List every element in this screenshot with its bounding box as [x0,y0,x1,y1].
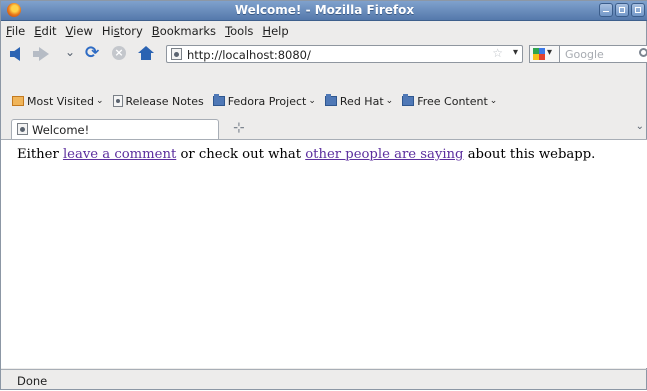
window-title: Welcome! - Mozilla Firefox [234,3,415,17]
page-icon [112,95,123,107]
list-tabs-icon[interactable]: ⌄ [636,121,644,132]
close-button[interactable] [631,3,645,17]
url-dropdown-icon[interactable]: ▾ [513,47,518,58]
folder-icon [324,94,337,106]
maximize-button[interactable] [615,3,629,17]
url-bar[interactable]: http://localhost:8080/ ☆ ▾ [166,45,523,63]
new-tab-icon[interactable]: ⊹ [233,120,245,136]
forward-arrow-icon[interactable] [33,47,49,61]
search-placeholder: Google [565,48,604,61]
bookmark-star-icon[interactable]: ☆ [492,46,503,60]
page-favicon-icon [171,48,182,60]
menu-tools[interactable]: Tools [225,24,253,38]
bookmark-release-notes[interactable]: Release Notes [112,95,204,108]
page-content: Either leave a comment or check out what… [1,140,647,368]
leave-comment-link[interactable]: leave a comment [63,147,176,162]
google-icon [533,48,545,60]
minimize-button[interactable] [599,3,613,17]
stop-icon[interactable]: × [112,46,126,60]
title-bar[interactable]: Welcome! - Mozilla Firefox [1,1,647,21]
chevron-down-icon: ⌄ [489,96,498,106]
menu-help[interactable]: Help [262,24,288,38]
browser-window: Welcome! - Mozilla Firefox File Edit Vie… [0,0,647,390]
bookmark-red-hat[interactable]: Red Hat ⌄ [324,94,394,108]
engine-dropdown-icon: ▾ [547,47,553,58]
chevron-down-icon: ⌄ [385,96,394,106]
bookmark-most-visited[interactable]: Most Visited ⌄ [12,95,104,108]
status-bar: Done [1,369,647,391]
other-people-link[interactable]: other people are saying [305,147,463,162]
folder-icon [402,94,415,106]
chevron-down-icon: ⌄ [308,96,316,106]
home-icon[interactable] [138,46,154,60]
page-favicon-icon [17,123,28,135]
reload-icon[interactable]: ⟳ [85,45,99,62]
bookmarks-toolbar: Most Visited ⌄ Release Notes Fedora Proj… [1,90,647,112]
status-text: Done [17,374,48,388]
chevron-down-icon: ⌄ [95,96,104,106]
menu-bookmarks[interactable]: Bookmarks [152,24,216,38]
menu-file[interactable]: File [6,24,25,38]
bookmark-free-content[interactable]: Free Content ⌄ [402,94,498,108]
search-engine-selector[interactable]: ▾ [529,45,559,63]
history-dropdown-icon[interactable]: ⌄ [65,45,75,59]
bookmark-fedora-project[interactable]: Fedora Project ⌄ [212,94,316,108]
search-input[interactable]: Google [559,45,647,63]
welcome-paragraph: Either leave a comment or check out what… [17,147,596,162]
tab-strip: Welcome! ⊹ ⌄ [1,117,647,140]
tab-label: Welcome! [32,123,90,137]
most-visited-icon [12,96,24,106]
menu-edit[interactable]: Edit [34,24,56,38]
menu-history[interactable]: History [102,24,143,38]
menu-bar: File Edit View History Bookmarks Tools H… [1,21,647,41]
menu-view[interactable]: View [66,24,93,38]
folder-icon [212,94,225,106]
url-text[interactable]: http://localhost:8080/ [187,48,311,62]
search-icon[interactable] [639,48,647,57]
tab-welcome[interactable]: Welcome! [11,119,219,139]
back-arrow-icon[interactable] [10,47,20,61]
navigation-toolbar: ⌄ ⟳ × http://localhost:8080/ ☆ ▾ ▾ Googl… [1,41,647,67]
